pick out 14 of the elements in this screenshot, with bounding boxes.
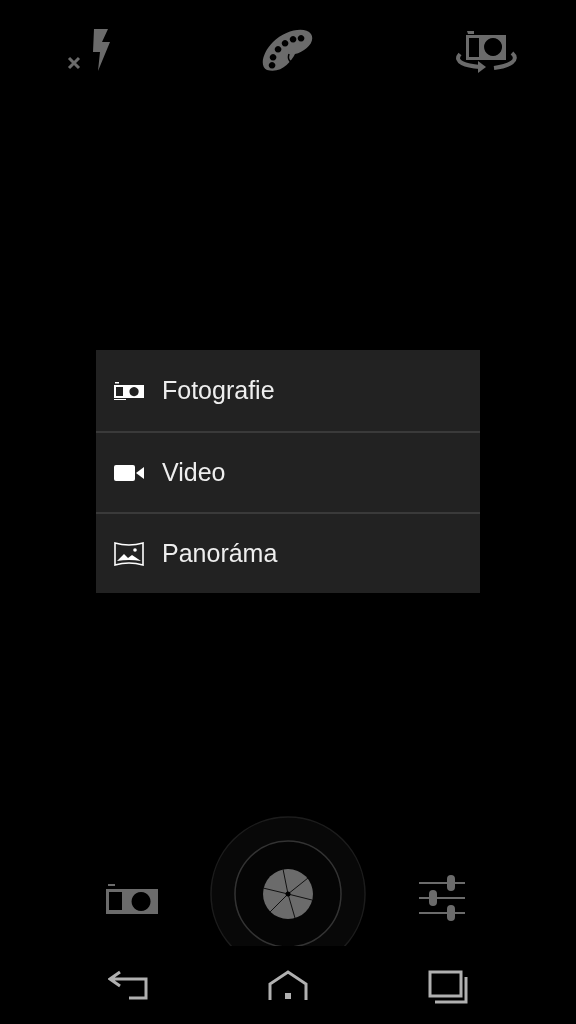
menu-item[interactable]: Video [96, 431, 480, 512]
back-icon[interactable] [108, 970, 148, 1000]
camera-icon[interactable] [106, 882, 159, 915]
video-camera-icon [114, 463, 144, 482]
menu-item[interactable]: Fotografie [96, 350, 480, 431]
recent-apps-icon[interactable] [428, 970, 468, 1004]
palette-icon[interactable] [261, 28, 314, 72]
settings-sliders-icon[interactable] [419, 875, 466, 921]
camera-icon [114, 381, 144, 400]
shutter-button[interactable] [210, 816, 366, 946]
menu-item[interactable]: Panoráma [96, 512, 480, 593]
flash-off-icon[interactable] [66, 28, 112, 72]
panorama-icon [114, 541, 144, 566]
home-icon[interactable] [268, 970, 308, 1000]
